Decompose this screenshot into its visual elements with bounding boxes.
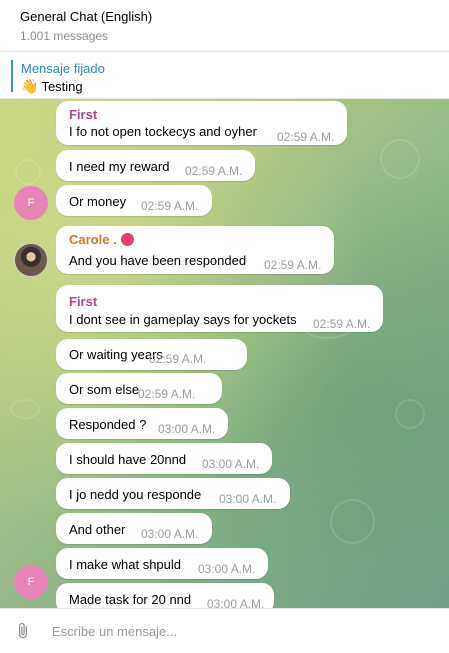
message-input[interactable] xyxy=(52,620,422,642)
background-doodle xyxy=(330,499,375,544)
message-bubble[interactable]: Carole . And you have been responded 02:… xyxy=(56,226,334,274)
chat-title: General Chat (English) xyxy=(20,9,153,24)
message-bubble[interactable]: Or money 02:59 A.M. xyxy=(56,185,212,216)
message-bubble[interactable]: I make what shpuld 03:00 A.M. xyxy=(56,548,268,579)
message-text: And other xyxy=(69,522,126,537)
message-text: I make what shpuld xyxy=(69,557,182,572)
chat-header[interactable]: General Chat (English) 1.001 messages xyxy=(0,0,449,52)
message-bubble[interactable]: I need my reward 02:59 A.M. xyxy=(56,150,255,181)
background-doodle xyxy=(10,399,40,419)
pinned-text-label: Testing xyxy=(41,79,83,94)
background-doodle xyxy=(380,139,420,179)
message-bubble[interactable]: Responded ? 03:00 A.M. xyxy=(56,408,228,439)
message-text: And you have been responded xyxy=(69,253,247,268)
waving-hand-icon: 👋 xyxy=(21,78,39,94)
message-text: I should have 20nnd xyxy=(69,452,187,467)
message-bubble[interactable]: I should have 20nnd 03:00 A.M. xyxy=(56,443,272,474)
message-time: 02:59 A.M. xyxy=(277,130,335,144)
message-bubble[interactable]: First I fo not open tockecys and oyher 0… xyxy=(56,101,347,145)
message-bubble[interactable]: I jo nedd you responde 03:00 A.M. xyxy=(56,478,290,509)
message-composer xyxy=(0,608,449,653)
message-bubble[interactable]: And other 03:00 A.M. xyxy=(56,513,212,544)
background-doodle xyxy=(395,399,425,429)
red-emoji-icon xyxy=(120,233,134,246)
message-count: 1.001 messages xyxy=(20,29,109,43)
avatar[interactable]: F xyxy=(14,186,48,220)
paperclip-icon[interactable] xyxy=(14,622,32,640)
message-time: 02:59 A.M. xyxy=(313,317,371,331)
message-time: 03:00 A.M. xyxy=(141,527,199,541)
message-bubble[interactable]: First I dont see in gameplay says for yo… xyxy=(56,285,383,332)
message-text: Or som else xyxy=(69,382,140,397)
message-bubble[interactable]: Made task for 20 nnd 03:00 A.M. xyxy=(56,583,274,608)
message-bubble[interactable]: Or waiting years 02:59 A.M. xyxy=(56,339,247,370)
message-time: 02:59 A.M. xyxy=(141,199,199,213)
message-time: 03:00 A.M. xyxy=(158,422,216,436)
message-text: I fo not open tockecys and oyher xyxy=(69,124,257,139)
message-list[interactable]: First I fo not open tockecys and oyher 0… xyxy=(0,99,449,608)
message-text: I dont see in gameplay says for yockets xyxy=(69,312,297,327)
message-text: I need my reward xyxy=(69,159,170,174)
sender-name[interactable]: First xyxy=(69,294,97,309)
message-time: 02:59 A.M. xyxy=(185,164,243,178)
pinned-accent-bar xyxy=(11,60,13,92)
avatar[interactable] xyxy=(14,243,48,277)
message-text: Made task for 20 nnd xyxy=(69,592,192,607)
pinned-message[interactable]: Mensaje fijado 👋 Testing xyxy=(0,53,449,99)
pinned-text: 👋 Testing xyxy=(21,78,83,95)
sender-name[interactable]: Carole . xyxy=(69,232,134,247)
message-time: 03:00 A.M. xyxy=(202,457,260,471)
message-time: 03:00 A.M. xyxy=(219,492,277,506)
pinned-title: Mensaje fijado xyxy=(21,61,105,76)
message-text: Responded ? xyxy=(69,417,147,432)
background-doodle xyxy=(15,159,41,185)
message-time: 03:00 A.M. xyxy=(198,562,256,576)
avatar[interactable]: F xyxy=(14,565,48,599)
message-text: I jo nedd you responde xyxy=(69,487,202,502)
message-bubble[interactable]: Or som else 02:59 A.M. xyxy=(56,373,222,404)
message-time: 02:59 A.M. xyxy=(138,387,196,401)
sender-name[interactable]: First xyxy=(69,107,97,122)
message-text: Or money xyxy=(69,194,127,209)
sender-name-label: Carole . xyxy=(69,232,117,247)
message-time: 02:59 A.M. xyxy=(264,258,322,272)
message-time: 03:00 A.M. xyxy=(207,597,265,608)
message-time: 02:59 A.M. xyxy=(149,352,207,366)
